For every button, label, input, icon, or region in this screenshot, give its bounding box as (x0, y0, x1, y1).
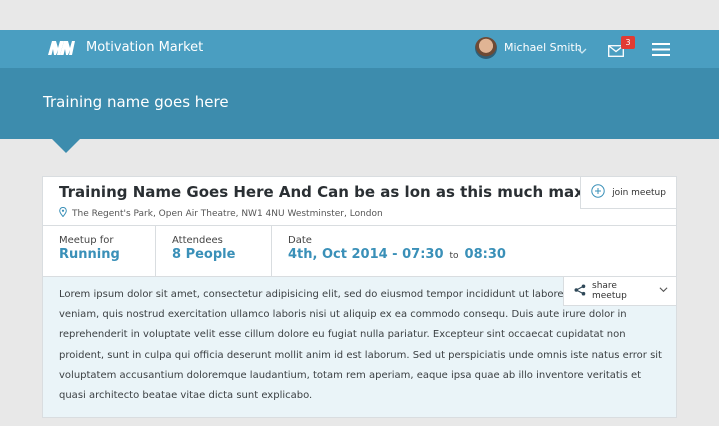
user-avatar[interactable] (475, 37, 497, 59)
attendees-cell: Attendees 8 People (156, 225, 272, 276)
date-start: 4th, Oct 2014 - 07:30 (288, 247, 444, 262)
meetup-for-value: Running (59, 247, 120, 262)
date-cell: Date 4th, Oct 2014 - 07:30 to 08:30 (272, 225, 676, 276)
top-navigation-bar: Motivation Market Michael Smith 3 (0, 30, 719, 68)
join-meetup-label: join meetup (612, 187, 666, 198)
user-name[interactable]: Michael Smith (504, 41, 582, 54)
meetup-title: Training Name Goes Here And Can be as lo… (59, 183, 631, 201)
meetup-description-section: Lorem ipsum dolor sit amet, consectetur … (43, 276, 676, 417)
date-end: 08:30 (464, 247, 506, 262)
location-text: The Regent's Park, Open Air Theatre, NW1… (72, 208, 383, 219)
chevron-down-icon[interactable] (577, 41, 587, 60)
date-value: 4th, Oct 2014 - 07:30 to 08:30 (288, 247, 506, 262)
page-title: Training name goes here (43, 93, 229, 111)
share-meetup-label: share meetup (592, 281, 627, 301)
notification-badge: 3 (621, 36, 635, 49)
page-header-banner: Training name goes here (0, 68, 719, 139)
meetup-for-cell: Meetup for Running (43, 225, 156, 276)
attendees-value[interactable]: 8 People (172, 247, 235, 262)
chevron-down-icon (659, 285, 668, 297)
date-separator: to (449, 251, 459, 261)
brand-name[interactable]: Motivation Market (86, 40, 203, 55)
attendees-label: Attendees (172, 235, 223, 246)
meetup-card: Training Name Goes Here And Can be as lo… (42, 176, 677, 418)
plus-circle-icon (591, 184, 605, 201)
meetup-for-label: Meetup for (59, 235, 114, 246)
share-icon (574, 284, 586, 299)
mm-logo-icon[interactable] (47, 40, 75, 60)
hamburger-menu-icon[interactable] (652, 41, 670, 60)
join-meetup-button[interactable]: join meetup (580, 177, 676, 209)
location-pin-icon (59, 206, 67, 220)
date-label: Date (288, 235, 312, 246)
meetup-location: The Regent's Park, Open Air Theatre, NW1… (59, 206, 383, 220)
banner-pointer (52, 139, 80, 153)
share-meetup-button[interactable]: share meetup (563, 277, 676, 306)
